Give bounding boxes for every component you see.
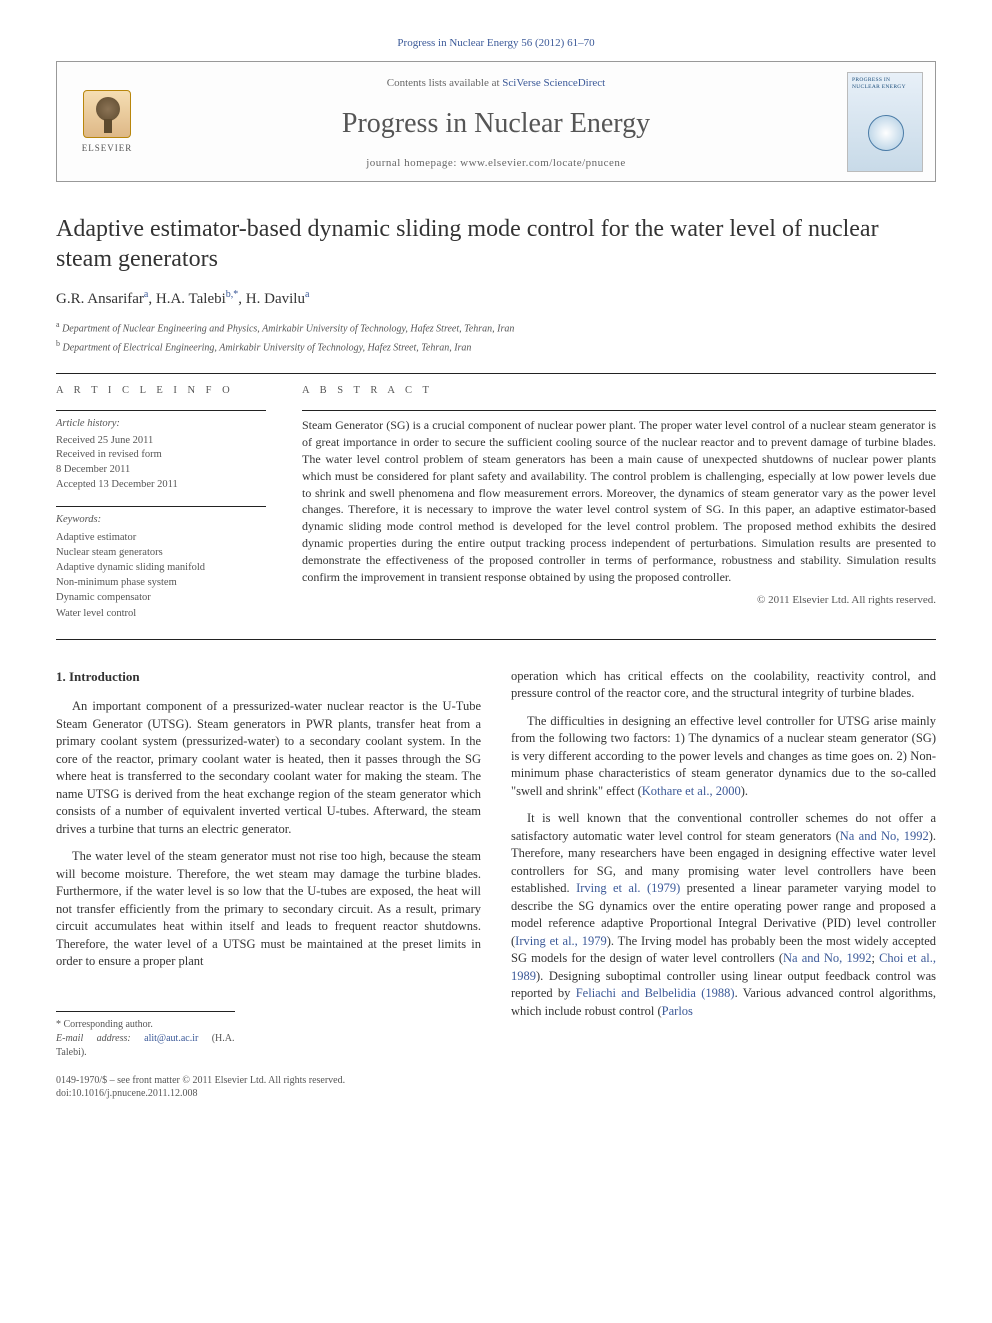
author-affil-mark: b,* (226, 289, 239, 300)
history-items: Received 25 June 2011 Received in revise… (56, 434, 266, 493)
history-item: Received 25 June 2011 (56, 434, 266, 449)
citation-link[interactable]: Na and No, 1992 (840, 829, 929, 843)
journal-homepage: journal homepage: www.elsevier.com/locat… (167, 156, 825, 171)
contents-available: Contents lists available at SciVerse Sci… (167, 76, 825, 91)
publisher-name: ELSEVIER (82, 142, 133, 154)
cover-orb-icon (868, 115, 904, 151)
journal-name: Progress in Nuclear Energy (167, 105, 825, 143)
citation-link[interactable]: Parlos (662, 1004, 693, 1018)
article-title: Adaptive estimator-based dynamic sliding… (56, 214, 936, 274)
divider (56, 639, 936, 640)
article-info-heading: A R T I C L E I N F O (56, 384, 266, 398)
keyword: Adaptive estimator (56, 530, 266, 545)
elsevier-tree-icon (83, 90, 131, 138)
email-label: E-mail address: (56, 1033, 144, 1044)
right-column: operation which has critical effects on … (511, 668, 936, 1060)
email-line: E-mail address: alit@aut.ac.ir (H.A. Tal… (56, 1032, 235, 1060)
copyright-line: © 2011 Elsevier Ltd. All rights reserved… (302, 593, 936, 608)
author-affil-mark: a (144, 289, 148, 300)
body-text: ; (871, 951, 879, 965)
body-paragraph: The difficulties in designing an effecti… (511, 713, 936, 801)
body-paragraph: It is well known that the conventional c… (511, 810, 936, 1020)
footnotes: * Corresponding author. E-mail address: … (56, 1011, 235, 1060)
homepage-url[interactable]: www.elsevier.com/locate/pnucene (460, 157, 626, 169)
email-link[interactable]: alit@aut.ac.ir (144, 1033, 198, 1044)
history-item: Received in revised form (56, 448, 266, 463)
affiliation-text: Department of Nuclear Engineering and Ph… (62, 323, 514, 334)
header-center: Contents lists available at SciVerse Sci… (157, 62, 835, 181)
contents-prefix: Contents lists available at (387, 77, 502, 89)
citation-link[interactable]: Na and No, 1992 (783, 951, 871, 965)
keyword: Nuclear steam generators (56, 545, 266, 560)
section-heading: 1. Introduction (56, 668, 481, 686)
abstract-heading: A B S T R A C T (302, 384, 936, 398)
citation-line: Progress in Nuclear Energy 56 (2012) 61–… (56, 36, 936, 51)
doi-line: doi:10.1016/j.pnucene.2011.12.008 (56, 1087, 936, 1101)
citation-link[interactable]: Irving et al. (1979) (576, 881, 680, 895)
author-name: G.R. Ansarifar (56, 291, 144, 307)
author-name: H. Davilu (246, 291, 305, 307)
corresponding-author: * Corresponding author. (56, 1018, 235, 1032)
citation-link[interactable]: Irving et al., 1979 (515, 934, 607, 948)
author-affil-mark: a (305, 289, 309, 300)
keyword: Adaptive dynamic sliding manifold (56, 560, 266, 575)
citation-link[interactable]: Feliachi and Belbelidia (1988) (576, 986, 735, 1000)
keyword: Dynamic compensator (56, 590, 266, 605)
divider (302, 410, 936, 411)
journal-cover-thumbnail: PROGRESS IN NUCLEAR ENERGY (847, 72, 923, 172)
author-list: G.R. Ansarifara, H.A. Talebib,*, H. Davi… (56, 288, 936, 309)
affiliation-text: Department of Electrical Engineering, Am… (63, 343, 472, 354)
elsevier-logo: ELSEVIER (72, 82, 142, 162)
bottom-info: 0149-1970/$ – see front matter © 2011 El… (56, 1074, 936, 1101)
body-paragraph: operation which has critical effects on … (511, 668, 936, 703)
divider (56, 506, 266, 507)
publisher-logo-cell: ELSEVIER (57, 62, 157, 181)
author-name: H.A. Talebi (156, 291, 226, 307)
abstract-column: A B S T R A C T Steam Generator (SG) is … (302, 384, 936, 621)
sciencedirect-link[interactable]: SciVerse ScienceDirect (502, 77, 605, 89)
keywords-label: Keywords: (56, 513, 266, 527)
keywords-list: Adaptive estimator Nuclear steam generat… (56, 530, 266, 621)
left-column: 1. Introduction An important component o… (56, 668, 481, 1060)
body-text: ). (741, 784, 748, 798)
history-item: 8 December 2011 (56, 463, 266, 478)
history-item: Accepted 13 December 2011 (56, 478, 266, 493)
cover-thumb-cell: PROGRESS IN NUCLEAR ENERGY (835, 62, 935, 181)
body-columns: 1. Introduction An important component o… (56, 668, 936, 1060)
front-matter-line: 0149-1970/$ – see front matter © 2011 El… (56, 1074, 936, 1088)
article-info-column: A R T I C L E I N F O Article history: R… (56, 384, 266, 621)
cover-caption: PROGRESS IN NUCLEAR ENERGY (848, 73, 922, 92)
keyword: Non-minimum phase system (56, 575, 266, 590)
body-paragraph: The water level of the steam generator m… (56, 848, 481, 971)
divider (56, 410, 266, 411)
homepage-prefix: journal homepage: (366, 157, 460, 169)
affiliation-a: a Department of Nuclear Engineering and … (56, 320, 936, 336)
body-paragraph: An important component of a pressurized-… (56, 698, 481, 838)
abstract-text: Steam Generator (SG) is a crucial compon… (302, 417, 936, 585)
keyword: Water level control (56, 606, 266, 621)
meta-row: A R T I C L E I N F O Article history: R… (56, 384, 936, 621)
history-label: Article history: (56, 417, 266, 431)
citation-link[interactable]: Kothare et al., 2000 (642, 784, 741, 798)
journal-header: ELSEVIER Contents lists available at Sci… (56, 61, 936, 182)
affiliation-b: b Department of Electrical Engineering, … (56, 339, 936, 355)
divider (56, 373, 936, 374)
